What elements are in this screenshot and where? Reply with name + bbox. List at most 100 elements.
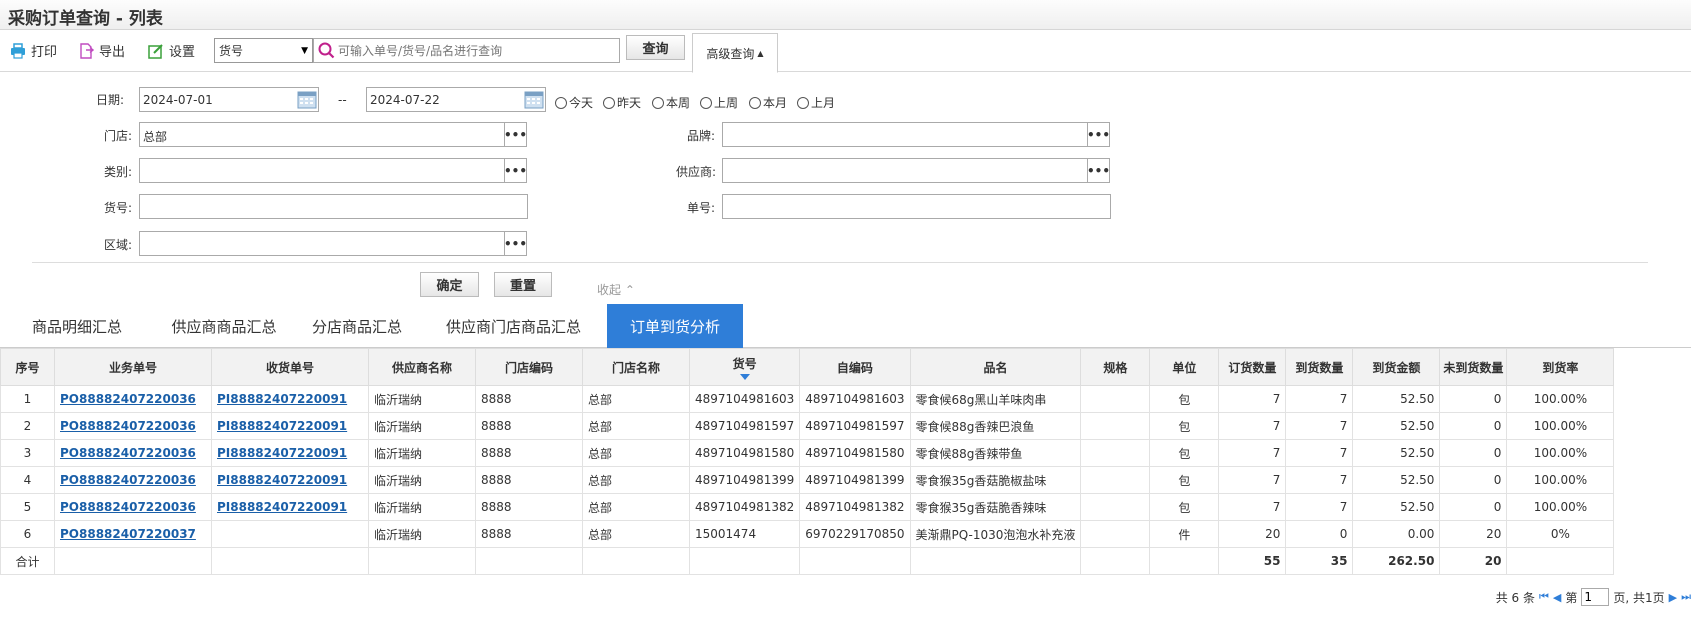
receipt-number-link[interactable]: PI88882407220091 [217, 419, 347, 433]
sku-label: 货号: [104, 201, 133, 215]
quick-date-this-week[interactable]: 本周 [652, 94, 690, 111]
table-cell: 100.00% [1506, 385, 1615, 413]
quick-date-this-month[interactable]: 本月 [749, 94, 787, 111]
column-header[interactable]: 序号 [0, 348, 55, 386]
order-number-link[interactable]: PO88882407220036 [60, 473, 196, 487]
calendar-icon[interactable] [297, 90, 317, 109]
column-header[interactable]: 品名 [909, 348, 1082, 386]
receipt-number-link[interactable]: PI88882407220091 [217, 473, 347, 487]
receipt-number-link[interactable]: PI88882407220091 [217, 392, 347, 406]
advanced-query-tab[interactable]: 高级查询 ▲ [692, 33, 778, 73]
order-no-input[interactable] [722, 194, 1111, 219]
page-number-input[interactable] [1581, 588, 1610, 606]
collapse-label: 收起 [597, 283, 622, 297]
column-header-label: 货号 [732, 356, 757, 371]
quick-date-yesterday[interactable]: 昨天 [603, 94, 641, 111]
chevron-up-icon: ⌃ [624, 283, 635, 297]
column-header[interactable]: 规格 [1080, 348, 1151, 386]
date-to-input[interactable]: 2024-07-22 [366, 87, 546, 112]
column-header[interactable]: 单位 [1149, 348, 1220, 386]
table-cell: 0 [1439, 439, 1508, 467]
table-cell: 52.50 [1352, 412, 1441, 440]
column-header[interactable]: 门店名称 [582, 348, 690, 386]
date-from-input[interactable]: 2024-07-01 [139, 87, 319, 112]
sku-input[interactable] [139, 194, 528, 219]
table-cell: 4897104981399 [688, 466, 801, 494]
prev-page-icon[interactable]: ◀ [1553, 591, 1561, 604]
quick-date-last-month[interactable]: 上月 [797, 94, 835, 111]
column-header[interactable]: 到货数量 [1285, 348, 1354, 386]
table-row[interactable]: 4 PO88882407220036 PI88882407220091 临沂瑞纳 888… [0, 466, 1615, 494]
category-input[interactable] [139, 158, 505, 183]
column-header[interactable]: 收货单号 [211, 348, 369, 386]
table-cell: 4897104981603 [799, 385, 911, 413]
radio-label: 本月 [763, 96, 788, 110]
calendar-icon[interactable] [524, 90, 544, 109]
confirm-button[interactable]: 确定 [420, 272, 479, 297]
table-cell: 零食猴35g香菇脆香辣味 [909, 493, 1082, 521]
order-number-link[interactable]: PO88882407220036 [60, 392, 196, 406]
table-cell: 52.50 [1352, 493, 1441, 521]
table-cell: PI88882407220091 [211, 493, 369, 521]
brand-label: 品牌: [687, 129, 716, 143]
table-cell: 0 [1439, 466, 1508, 494]
search-input[interactable] [338, 41, 616, 60]
brand-picker-button[interactable]: ••• [1087, 122, 1110, 147]
receipt-number-link[interactable]: PI88882407220091 [217, 500, 347, 514]
column-header[interactable]: 业务单号 [54, 348, 212, 386]
column-header[interactable]: 未到货数量 [1439, 348, 1508, 386]
column-header[interactable]: 到货金额 [1352, 348, 1441, 386]
export-button[interactable]: 导出 [78, 41, 125, 60]
order-number-link[interactable]: PO88882407220036 [60, 500, 196, 514]
table-cell: 4897104981580 [688, 439, 801, 467]
table-row[interactable]: 3 PO88882407220036 PI88882407220091 临沂瑞纳 888… [0, 439, 1615, 467]
quick-date-last-week[interactable]: 上周 [700, 94, 738, 111]
date-separator: -- [338, 93, 347, 107]
table-cell: PO88882407220036 [54, 385, 212, 413]
order-number-link[interactable]: PO88882407220037 [60, 527, 196, 541]
order-number-link[interactable]: PO88882407220036 [60, 446, 196, 460]
table-cell: 8888 [475, 385, 583, 413]
query-button[interactable]: 查询 [626, 35, 685, 60]
category-picker-button[interactable]: ••• [504, 158, 527, 183]
table-cell: 零食候88g香辣巴浪鱼 [909, 412, 1082, 440]
store-input[interactable]: 总部 [139, 122, 505, 147]
next-page-icon[interactable]: ▶ [1669, 591, 1677, 604]
settings-button[interactable]: 设置 [148, 41, 195, 60]
last-page-icon[interactable]: ⏭ [1681, 590, 1691, 604]
region-input[interactable] [139, 231, 505, 256]
table-row[interactable]: 6 PO88882407220037 临沂瑞纳 8888 总部 15001474 69702… [0, 520, 1615, 548]
store-picker-button[interactable]: ••• [504, 122, 527, 147]
print-button[interactable]: 打印 [10, 41, 57, 60]
supplier-picker-button[interactable]: ••• [1087, 158, 1110, 183]
column-header[interactable]: 订货数量 [1218, 348, 1287, 386]
brand-input[interactable] [722, 122, 1088, 147]
collapse-toggle[interactable]: 收起 ⌃ [597, 281, 635, 298]
column-header-sorted[interactable]: 货号 [688, 348, 801, 386]
total-arrived-amount: 262.50 [1352, 547, 1441, 575]
column-header[interactable]: 门店编码 [475, 348, 583, 386]
tab-product-detail-summary[interactable]: 商品明细汇总 [0, 304, 154, 348]
radio-label: 上月 [811, 96, 836, 110]
more-icon: ••• [1087, 127, 1111, 142]
quick-date-today[interactable]: 今天 [555, 94, 593, 111]
tab-supplier-store-product-summary[interactable]: 供应商门店商品汇总 [420, 304, 607, 348]
column-header[interactable]: 到货率 [1506, 348, 1615, 386]
table-row[interactable]: 5 PO88882407220036 PI88882407220091 临沂瑞纳 888… [0, 493, 1615, 521]
tab-branch-product-summary[interactable]: 分店商品汇总 [294, 304, 420, 348]
column-header[interactable]: 供应商名称 [368, 348, 476, 386]
tab-order-arrival-analysis[interactable]: 订单到货分析 [607, 304, 743, 348]
table-row[interactable]: 1 PO88882407220036 PI88882407220091 临沂瑞纳 888… [0, 385, 1615, 413]
supplier-input[interactable] [722, 158, 1088, 183]
table-cell: 0 [1439, 412, 1508, 440]
table-row[interactable]: 2 PO88882407220036 PI88882407220091 临沂瑞纳 888… [0, 412, 1615, 440]
column-header[interactable]: 自编码 [799, 348, 911, 386]
reset-button[interactable]: 重置 [494, 272, 552, 297]
search-field-select[interactable]: 货号 ▼ [214, 38, 313, 63]
first-page-icon[interactable]: ⏮ [1539, 590, 1549, 604]
table-cell: 0 [1285, 520, 1354, 548]
order-number-link[interactable]: PO88882407220036 [60, 419, 196, 433]
region-picker-button[interactable]: ••• [504, 231, 527, 256]
tab-supplier-product-summary[interactable]: 供应商商品汇总 [154, 304, 294, 348]
receipt-number-link[interactable]: PI88882407220091 [217, 446, 347, 460]
